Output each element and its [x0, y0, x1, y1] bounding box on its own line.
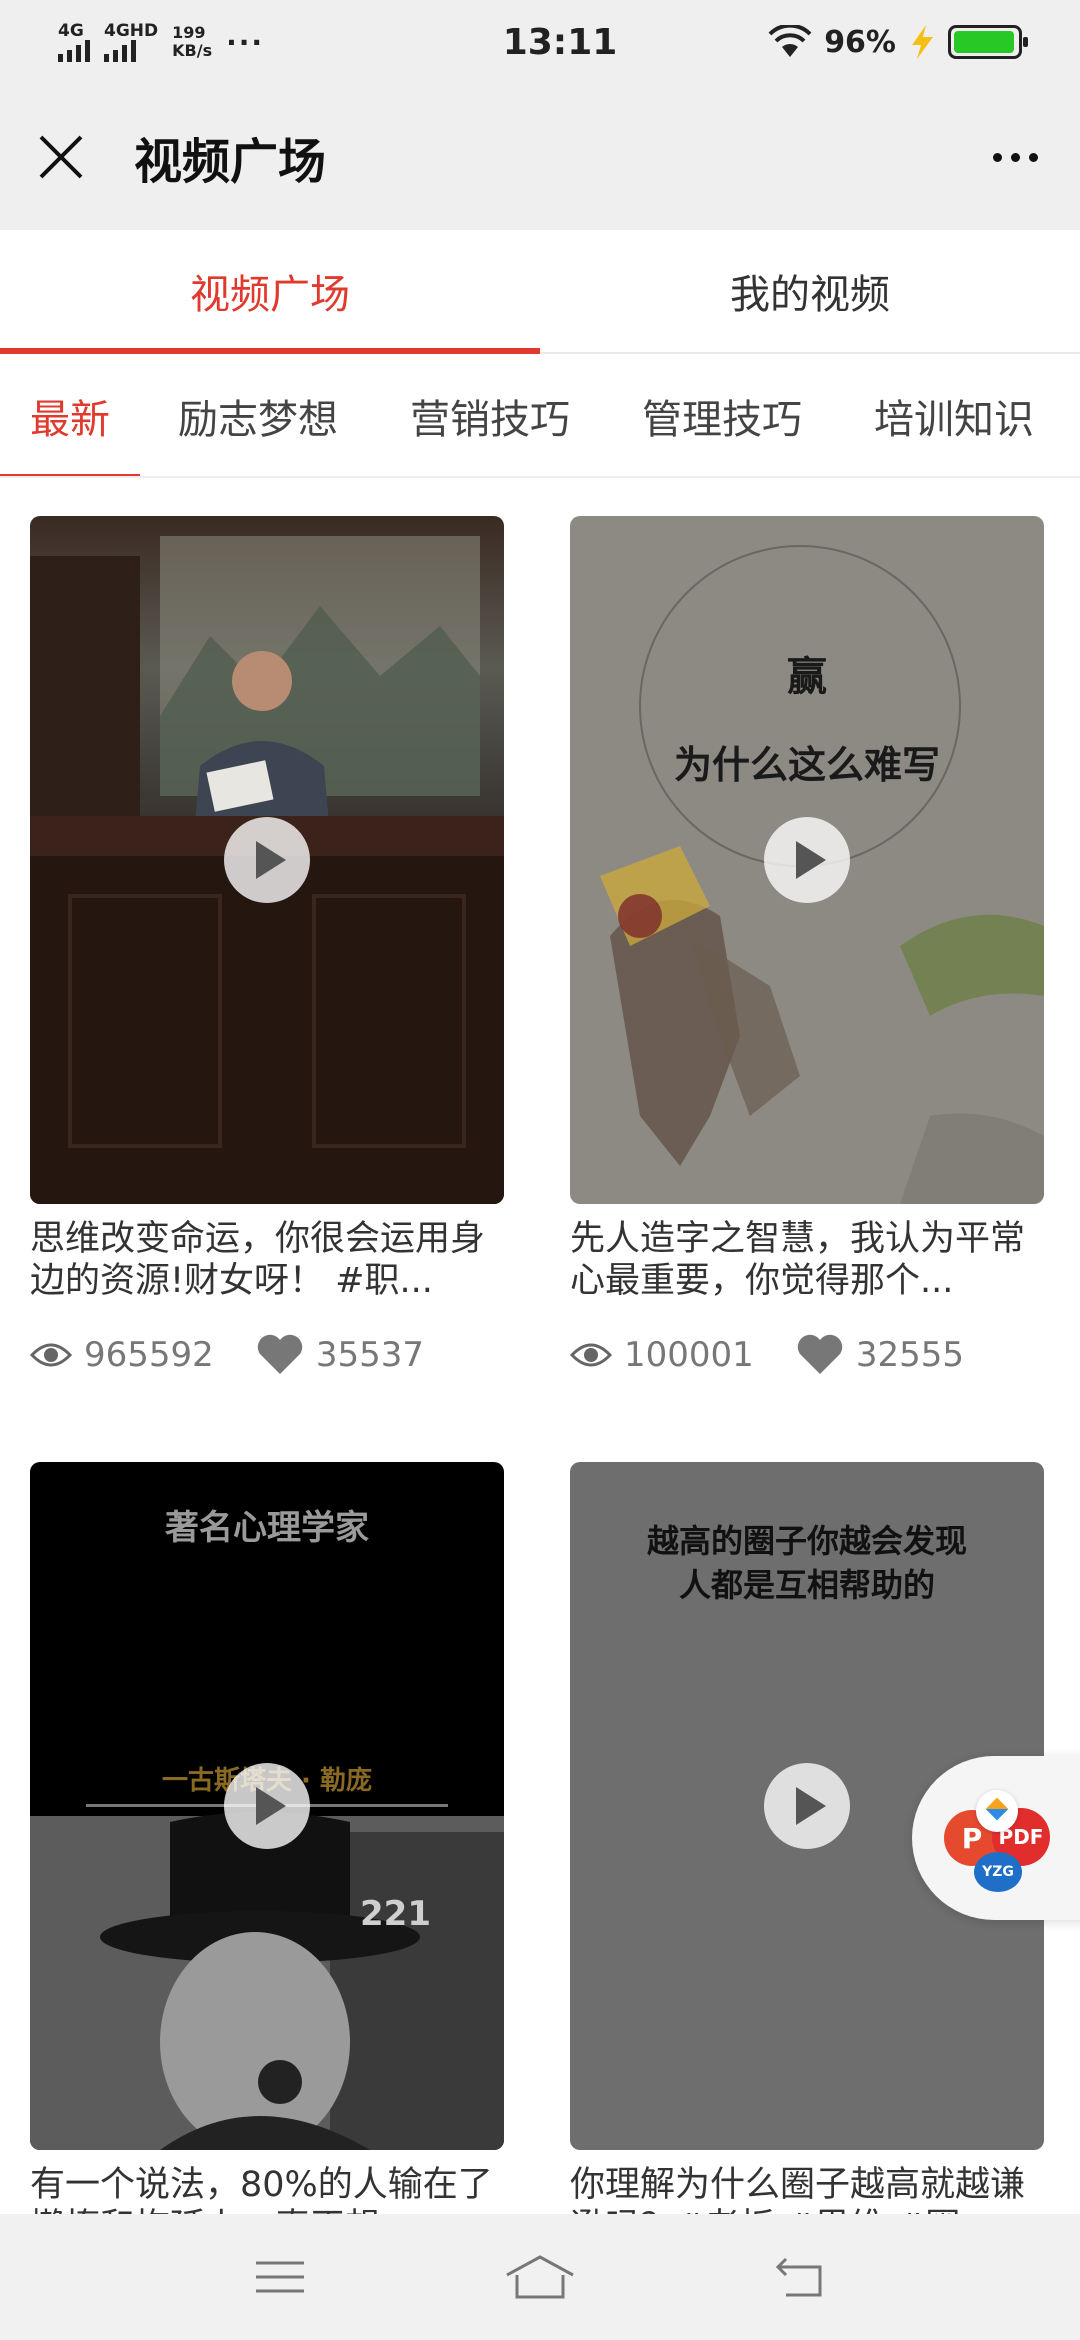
- status-more: ···: [226, 25, 265, 59]
- main-tabs: 视频广场 我的视频: [0, 230, 1080, 354]
- signal-icon: [104, 40, 136, 62]
- tab-video-square[interactable]: 视频广场: [0, 230, 540, 354]
- close-button[interactable]: [30, 126, 92, 188]
- category-tab-management[interactable]: 管理技巧: [642, 356, 802, 476]
- category-tab-inspiration[interactable]: 励志梦想: [178, 356, 338, 476]
- box-icon: [976, 1790, 1018, 1832]
- overlay-caption: 为什么这么难写: [673, 743, 940, 787]
- wifi-icon: [768, 25, 812, 57]
- page-title: 视频广场: [134, 134, 327, 190]
- view-count: 100001: [570, 1335, 754, 1375]
- video-stats: 965592 35537: [30, 1334, 504, 1376]
- play-icon[interactable]: [764, 817, 850, 903]
- category-tab-latest[interactable]: 最新: [0, 356, 140, 476]
- signal-2: 4GHD: [104, 22, 158, 62]
- status-bar: 4G 4GHD 199 KB/s ··· 13:11 96%: [0, 0, 1080, 84]
- brand-logo: YZG: [974, 1852, 1022, 1892]
- like-count[interactable]: 35537: [256, 1334, 424, 1376]
- video-card[interactable]: 思维改变命运，你很会运用身边的资源!财女呀！ #职... 965592 3553…: [30, 516, 504, 1376]
- video-card[interactable]: 赢 为什么这么难写 先人造字之智慧，我认为平常心最重要，你觉得那个... 100…: [570, 516, 1044, 1376]
- battery-icon: [948, 25, 1028, 59]
- title-bar: 视频广场: [0, 84, 1080, 230]
- system-nav-bar: [0, 2214, 1080, 2340]
- net-speed: 199 KB/s: [172, 24, 212, 60]
- overlay-heading: 著名心理学家: [165, 1508, 369, 1548]
- category-tabs: 最新 励志梦想 营销技巧 管理技巧 培训知识: [0, 356, 1080, 478]
- like-count-value: 35537: [315, 1335, 424, 1375]
- video-title[interactable]: 有一个说法，80%的人输在了懒惰和拖延上，真正想...: [30, 2164, 504, 2214]
- video-thumbnail[interactable]: 赢 为什么这么难写: [570, 516, 1044, 1204]
- video-card[interactable]: 著名心理学家 一古斯塔夫 · 勒庞 221 有一个说法，80%的人输在了懒惰和拖…: [30, 1462, 504, 2214]
- signal-1: 4G: [58, 22, 90, 62]
- network-type-1: 4G: [58, 21, 84, 41]
- home-button[interactable]: [495, 2242, 585, 2312]
- view-count: 965592: [30, 1335, 214, 1375]
- video-stats: 100001 32555: [570, 1334, 1044, 1376]
- view-count-value: 100001: [624, 1335, 754, 1375]
- overlay-line-1: 越高的圈子你越会发现: [646, 1522, 967, 1560]
- category-tab-marketing[interactable]: 营销技巧: [410, 356, 570, 476]
- video-title[interactable]: 先人造字之智慧，我认为平常心最重要，你觉得那个...: [570, 1218, 1044, 1302]
- overlay-line-2: 人都是互相帮助的: [678, 1566, 935, 1604]
- status-left: 4G 4GHD 199 KB/s ···: [58, 22, 418, 62]
- video-title[interactable]: 你理解为什么圈子越高就越谦逊吗？#老板 #思维 #圈...: [570, 2164, 1044, 2214]
- like-count[interactable]: 32555: [796, 1334, 964, 1376]
- network-type-2: 4GHD: [104, 21, 159, 41]
- play-icon[interactable]: [764, 1763, 850, 1849]
- tab-my-videos[interactable]: 我的视频: [540, 230, 1080, 352]
- play-icon[interactable]: [224, 1763, 310, 1849]
- back-button[interactable]: [755, 2242, 845, 2312]
- category-tab-training[interactable]: 培训知识: [874, 356, 1034, 476]
- home-icon: [506, 2255, 574, 2299]
- video-thumbnail[interactable]: [30, 516, 504, 1204]
- app-root: 4G 4GHD 199 KB/s ··· 13:11 96% 视频广场 视频广场…: [0, 0, 1080, 2340]
- menu-button[interactable]: [235, 2242, 325, 2312]
- back-icon: [775, 2257, 822, 2297]
- play-icon[interactable]: [224, 817, 310, 903]
- battery-fill: [954, 31, 1014, 53]
- net-speed-value: 199: [172, 23, 206, 42]
- battery-percent: 96%: [824, 24, 896, 60]
- video-grid: 思维改变命运，你很会运用身边的资源!财女呀！ #职... 965592 3553…: [0, 478, 1080, 2214]
- close-icon: [39, 135, 83, 179]
- house-number: 221: [360, 1894, 431, 1934]
- more-icon: [992, 152, 1002, 162]
- eye-icon: [30, 1343, 72, 1367]
- eye-icon: [570, 1343, 612, 1367]
- menu-icon: [256, 2261, 304, 2293]
- floating-pdf-widget[interactable]: P PDF YZG: [912, 1756, 1080, 1920]
- heart-icon: [257, 1334, 303, 1374]
- view-count-value: 965592: [84, 1335, 214, 1375]
- heart-icon: [797, 1334, 843, 1374]
- video-title[interactable]: 思维改变命运，你很会运用身边的资源!财女呀！ #职...: [30, 1218, 504, 1302]
- like-count-value: 32555: [855, 1335, 964, 1375]
- status-right: 96%: [742, 24, 1028, 60]
- more-button[interactable]: [980, 126, 1050, 188]
- signal-icon: [58, 40, 90, 62]
- net-speed-unit: KB/s: [172, 41, 213, 60]
- overlay-char: 赢: [787, 654, 827, 700]
- clock: 13:11: [502, 21, 618, 63]
- video-thumbnail[interactable]: 著名心理学家 一古斯塔夫 · 勒庞 221: [30, 1462, 504, 2150]
- charging-icon: [912, 25, 933, 59]
